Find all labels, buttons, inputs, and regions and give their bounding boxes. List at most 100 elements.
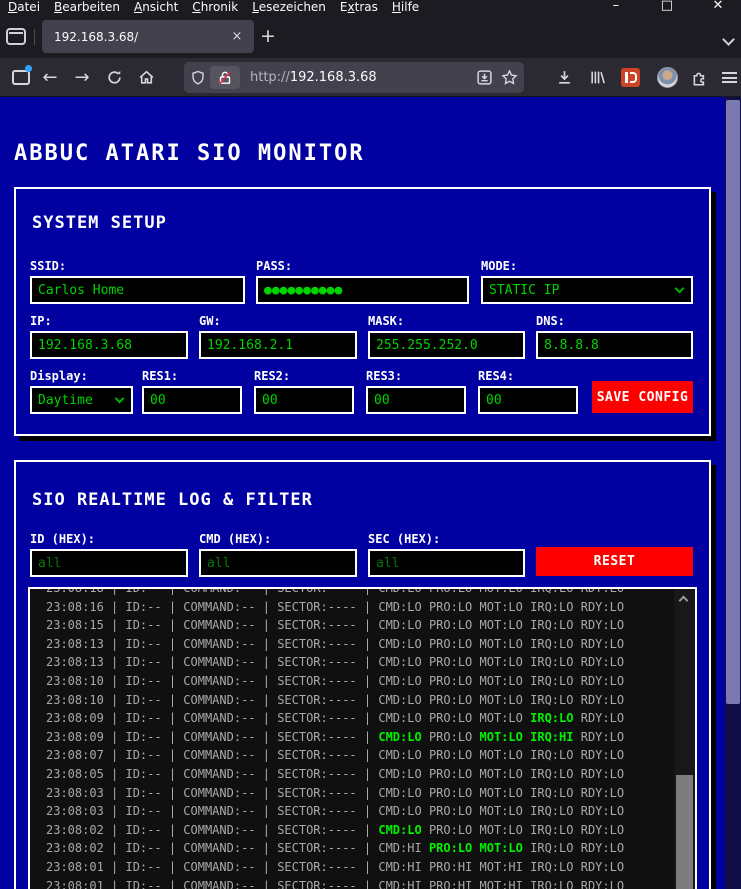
menu-ansicht[interactable]: Ansicht	[134, 0, 178, 13]
tab-active[interactable]: 192.168.3.68/ ×	[42, 20, 254, 53]
ssid-label: SSID:	[30, 259, 67, 273]
firefox-view-icon[interactable]	[6, 28, 26, 45]
log-row: 23:08:02 | ID:-- | COMMAND:-- | SECTOR:-…	[46, 822, 625, 837]
library-icon[interactable]	[583, 58, 611, 97]
cmd-hex-input[interactable]	[199, 549, 357, 577]
page-scrollbar[interactable]	[725, 97, 741, 889]
ssid-input[interactable]	[30, 276, 245, 304]
menu-extras[interactable]: Extras	[340, 0, 378, 13]
log-row: 23:08:10 | ID:-- | COMMAND:-- | SECTOR:-…	[46, 692, 625, 707]
page-title: ABBUC ATARI SIO MONITOR	[14, 141, 365, 166]
menu-items: Datei Bearbeiten Ansicht Chronik Lesezeichen…	[8, 0, 433, 13]
tab-bar: 192.168.3.68/ × +	[0, 13, 741, 58]
bookmark-star-icon[interactable]	[501, 69, 518, 86]
shield-icon[interactable]	[190, 70, 206, 86]
forward-button[interactable]: →	[68, 58, 96, 97]
res2-label: RES2:	[254, 369, 291, 383]
save-config-button[interactable]: SAVE CONFIG	[592, 381, 693, 413]
gw-input[interactable]	[199, 331, 357, 359]
downloads-icon[interactable]	[550, 58, 578, 97]
res2-input[interactable]	[254, 386, 354, 414]
maximize-button[interactable]: □	[644, 0, 690, 13]
log-rows: 23:08:18 | ID:-- | COMMAND:-- | SECTOR:-…	[30, 587, 674, 889]
cmd-hex-label: CMD (HEX):	[199, 532, 272, 546]
sec-hex-input[interactable]	[368, 549, 525, 577]
menu-bar: Datei Bearbeiten Ansicht Chronik Lesezeichen…	[0, 0, 741, 13]
log-row: 23:08:07 | ID:-- | COMMAND:-- | SECTOR:-…	[46, 748, 625, 763]
menu-chronik[interactable]: Chronik	[192, 0, 238, 13]
log-row: 23:08:09 | ID:-- | COMMAND:-- | SECTOR:-…	[46, 711, 625, 726]
res3-input[interactable]	[366, 386, 466, 414]
id-hex-input[interactable]	[30, 549, 188, 577]
log-row: 23:08:15 | ID:-- | COMMAND:-- | SECTOR:-…	[46, 618, 625, 633]
home-button[interactable]	[132, 58, 160, 97]
log-row: 23:08:03 | ID:-- | COMMAND:-- | SECTOR:-…	[46, 804, 625, 819]
log-row: 23:08:01 | ID:-- | COMMAND:-- | SECTOR:-…	[46, 878, 625, 889]
notification-dot	[25, 65, 32, 72]
reset-button[interactable]: RESET	[536, 547, 693, 576]
mask-label: MASK:	[368, 314, 405, 328]
log-row: 23:08:05 | ID:-- | COMMAND:-- | SECTOR:-…	[46, 766, 625, 781]
scroll-up-icon[interactable]	[678, 595, 689, 606]
res1-label: RES1:	[142, 369, 179, 383]
window-controls: – □ ✕	[593, 0, 741, 13]
account-avatar[interactable]	[652, 58, 682, 97]
pass-input[interactable]	[256, 276, 469, 304]
url-scheme: http://	[250, 70, 290, 85]
close-button[interactable]: ✕	[695, 0, 741, 13]
url-host: 192.168.3.68	[289, 70, 377, 85]
log-scrollbar[interactable]	[674, 589, 695, 889]
res1-input[interactable]	[142, 386, 242, 414]
save-page-icon[interactable]	[476, 69, 493, 86]
menu-bearbeiten[interactable]: Bearbeiten	[54, 0, 120, 13]
new-tab-button[interactable]: +	[260, 25, 276, 47]
log-filter-heading: SIO REALTIME LOG & FILTER	[32, 490, 313, 510]
extension-badge-icon[interactable]	[616, 58, 644, 97]
extensions-puzzle-icon[interactable]	[686, 58, 714, 97]
mode-value: STATIC IP	[489, 282, 560, 298]
menu-hilfe[interactable]: Hilfe	[392, 0, 419, 13]
url-bar[interactable]: http://192.168.3.68	[184, 62, 524, 93]
menu-datei[interactable]: Datei	[8, 0, 40, 13]
log-row: 23:08:09 | ID:-- | COMMAND:-- | SECTOR:-…	[46, 729, 625, 744]
tab-title: 192.168.3.68/	[54, 29, 139, 44]
page-scrollbar-thumb[interactable]	[726, 100, 740, 704]
display-label: Display:	[30, 369, 88, 383]
log-row: 23:08:16 | ID:-- | COMMAND:-- | SECTOR:-…	[46, 599, 625, 614]
reload-button[interactable]	[100, 58, 128, 97]
list-all-tabs-icon[interactable]	[722, 33, 735, 46]
log-scrollbar-thumb[interactable]	[676, 775, 693, 889]
navigation-toolbar: ← → http://192.168.3.68	[0, 58, 741, 97]
res3-label: RES3:	[366, 369, 403, 383]
dns-label: DNS:	[536, 314, 565, 328]
log-row: 23:08:13 | ID:-- | COMMAND:-- | SECTOR:-…	[46, 655, 625, 670]
back-button[interactable]: ←	[36, 58, 64, 97]
ip-label: IP:	[30, 314, 52, 328]
mask-input[interactable]	[368, 331, 525, 359]
log-output[interactable]: 23:08:18 | ID:-- | COMMAND:-- | SECTOR:-…	[28, 587, 697, 889]
tab-separator	[34, 29, 35, 45]
url-text[interactable]: http://192.168.3.68	[250, 70, 476, 85]
display-select[interactable]: Daytime	[30, 386, 133, 414]
tab-close-icon[interactable]: ×	[228, 29, 246, 44]
system-setup-heading: SYSTEM SETUP	[32, 213, 167, 233]
sio-log-panel: SIO REALTIME LOG & FILTER ID (HEX): CMD …	[14, 460, 711, 889]
sidebar-icon[interactable]	[8, 58, 34, 97]
insecure-lock-icon[interactable]	[210, 66, 240, 89]
app-menu-icon[interactable]	[716, 58, 741, 97]
pass-label: PASS:	[256, 259, 293, 273]
log-row: 23:08:01 | ID:-- | COMMAND:-- | SECTOR:-…	[46, 859, 625, 874]
log-row: 23:08:18 | ID:-- | COMMAND:-- | SECTOR:-…	[46, 587, 625, 595]
res4-input[interactable]	[478, 386, 578, 414]
ip-input[interactable]	[30, 331, 188, 359]
mode-select[interactable]: STATIC IP	[481, 276, 693, 304]
res4-label: RES4:	[478, 369, 515, 383]
dns-input[interactable]	[536, 331, 693, 359]
id-hex-label: ID (HEX):	[30, 532, 96, 546]
mode-label: MODE:	[481, 259, 518, 273]
menu-lesezeichen[interactable]: Lesezeichen	[252, 0, 326, 13]
log-row: 23:08:03 | ID:-- | COMMAND:-- | SECTOR:-…	[46, 785, 625, 800]
gw-label: GW:	[199, 314, 221, 328]
system-setup-panel: SYSTEM SETUP SSID: PASS: MODE: STATIC IP…	[14, 187, 711, 436]
minimize-button[interactable]: –	[593, 0, 639, 13]
